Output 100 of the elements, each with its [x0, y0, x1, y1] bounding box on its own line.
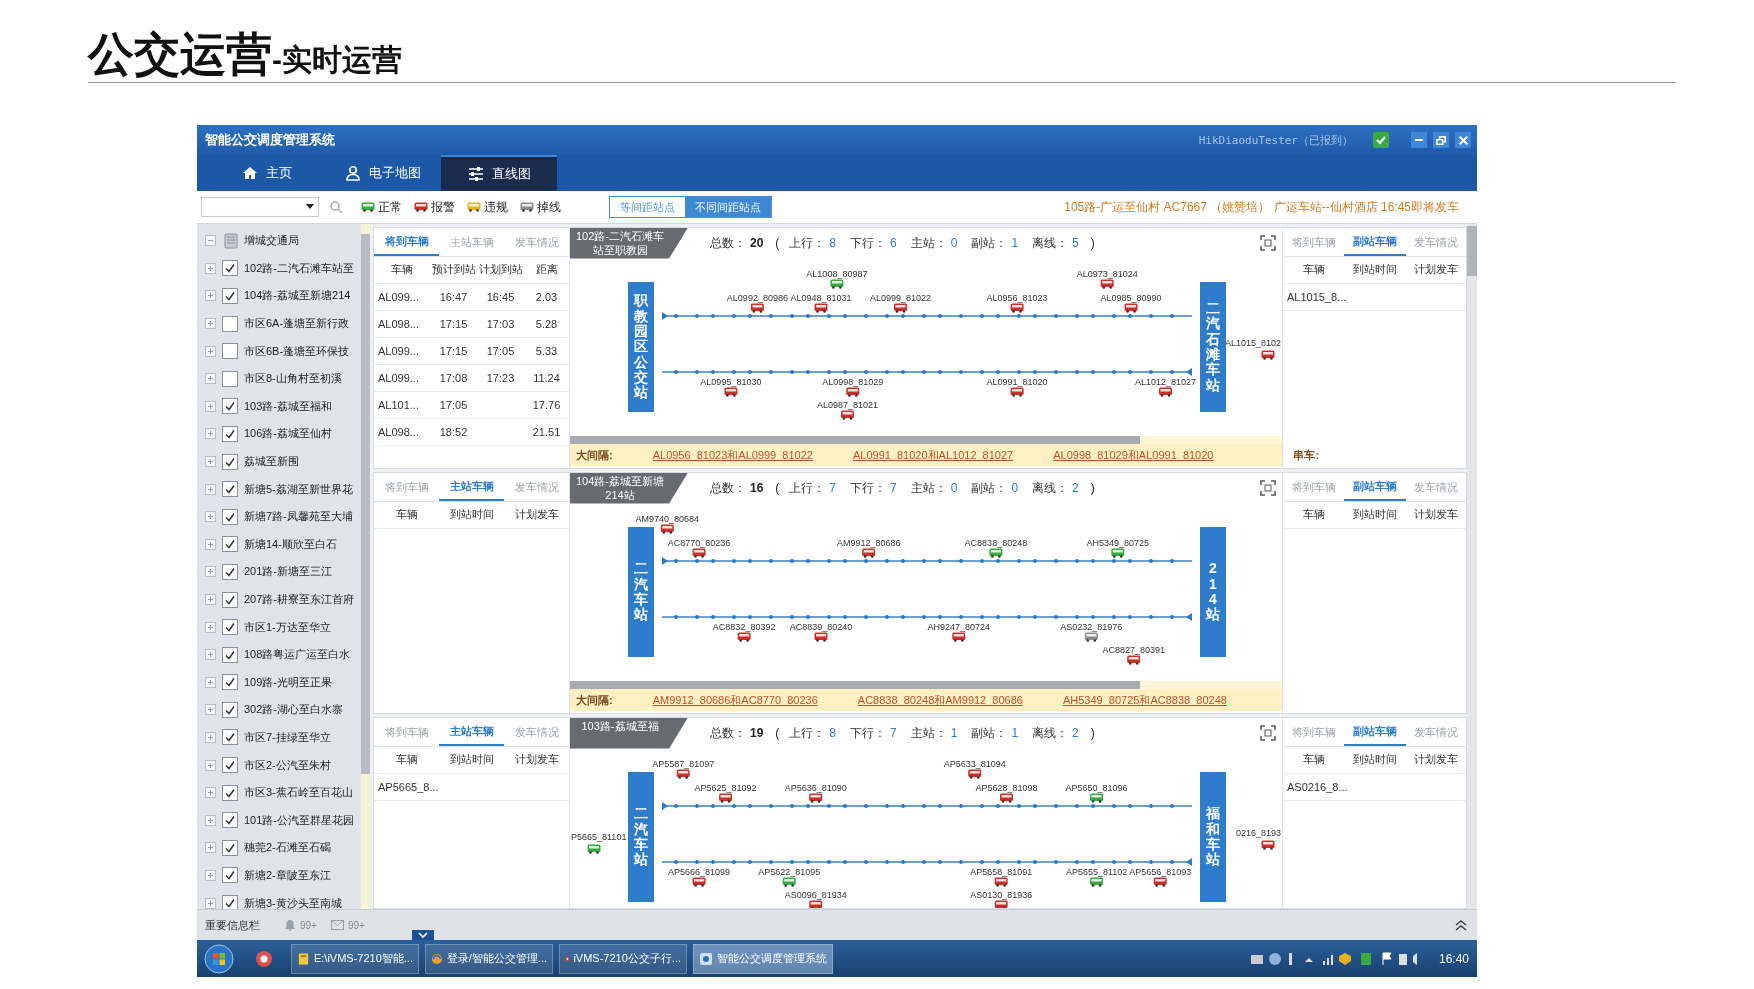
checkbox[interactable]	[222, 729, 238, 746]
fullscreen-icon[interactable]	[1260, 725, 1276, 741]
bus-icon[interactable]	[1090, 793, 1104, 803]
bus-icon[interactable]	[894, 303, 907, 313]
bus-icon[interactable]	[1111, 548, 1125, 558]
checkbox[interactable]	[222, 370, 238, 387]
interval-link[interactable]: AL0956_81023和AL0999_81022	[652, 447, 813, 463]
tab[interactable]: 电子地图	[325, 155, 441, 191]
bus-icon[interactable]	[1100, 279, 1114, 289]
bus-icon[interactable]	[814, 303, 828, 313]
taskbar-item[interactable]: E:\iVMS-7210智能...	[291, 943, 419, 974]
tab[interactable]: 主页	[209, 155, 325, 191]
taskbar-item[interactable]: 登录/智能公交管理...	[425, 943, 553, 974]
interval-link[interactable]: AL0991_81020和AL1012_81027	[852, 447, 1014, 463]
checkbox[interactable]	[222, 288, 238, 304]
bus-icon[interactable]	[1090, 877, 1104, 887]
scrollbar[interactable]	[570, 681, 1282, 689]
tree-item[interactable]: 201路-新塘至三江	[244, 564, 333, 580]
bus-icon[interactable]	[692, 877, 706, 887]
bus-icon[interactable]	[737, 632, 751, 642]
interval-link[interactable]: AC8838_80248和AM9912_80686	[857, 692, 1023, 708]
tree-item[interactable]: 市区7-挂绿至华立	[244, 730, 331, 745]
checkbox[interactable]	[222, 508, 238, 525]
tree-item[interactable]: 207路-耕寮至东江首府	[244, 592, 355, 607]
tree-item[interactable]: 101路-公汽至群星花园	[244, 812, 355, 828]
checkbox[interactable]	[222, 343, 238, 360]
bus-icon[interactable]	[1159, 387, 1172, 397]
tree-item[interactable]: 新塘7路-凤馨苑至大埔	[244, 509, 353, 525]
checkbox[interactable]	[222, 784, 238, 801]
bus-icon[interactable]	[676, 769, 690, 779]
interval-link[interactable]: AM9912_80686和AC8770_80236	[652, 692, 818, 708]
bus-icon[interactable]	[782, 877, 796, 887]
bus-icon[interactable]	[1010, 303, 1024, 313]
minimize-button[interactable]	[1411, 132, 1427, 148]
checkbox[interactable]	[222, 425, 238, 442]
tree-item[interactable]: 新塘14-顺欣至白石	[244, 536, 337, 552]
bus-icon[interactable]	[846, 387, 860, 397]
bus-icon[interactable]	[994, 877, 1008, 887]
checkbox[interactable]	[222, 812, 238, 829]
tree-item[interactable]: 增城交通局	[244, 233, 299, 249]
tree-item[interactable]: 108路粤运广运至白水	[244, 647, 351, 663]
checkbox[interactable]	[222, 398, 238, 415]
tree-item[interactable]: 市区8-山角村至初溪	[244, 371, 342, 387]
bus-icon[interactable]	[1010, 387, 1024, 397]
close-button[interactable]	[1455, 132, 1471, 148]
tree-item[interactable]: 新塘5-荔湖至新世界花	[244, 481, 353, 497]
fullscreen-icon[interactable]	[1260, 480, 1276, 496]
scrollbar[interactable]	[361, 224, 370, 909]
taskbar-item[interactable]: 智能公交调度管理系统	[693, 943, 833, 974]
tree-item[interactable]: 市区2-公汽至朱村	[244, 757, 331, 773]
scrollbar[interactable]	[570, 436, 1282, 444]
bus-icon[interactable]	[587, 844, 601, 854]
bus-icon[interactable]	[814, 632, 828, 642]
checkbox[interactable]	[222, 536, 238, 553]
tree-item[interactable]: 市区6A-蓬塘至新行政	[244, 316, 350, 332]
app-icon[interactable]	[255, 949, 273, 968]
taskbar-item[interactable]: iVMS-7210公交子行...	[559, 943, 687, 974]
bus-icon[interactable]	[660, 524, 674, 534]
bus-icon[interactable]	[830, 279, 844, 289]
checkbox[interactable]	[222, 260, 238, 277]
bus-icon[interactable]	[989, 548, 1003, 558]
bus-icon[interactable]	[1000, 793, 1013, 803]
tree-item[interactable]: 市区6B-蓬塘至环保技	[244, 343, 350, 359]
tree-item[interactable]: 104路-荔城至新塘214	[244, 288, 351, 304]
tree-item[interactable]: 穗莞2-石滩至石碣	[244, 840, 331, 856]
tree-item[interactable]: 302路-湖心至白水寨	[244, 702, 344, 718]
bus-icon[interactable]	[1153, 877, 1167, 887]
checkbox[interactable]	[222, 646, 238, 663]
checkbox[interactable]	[222, 563, 238, 580]
tree-item[interactable]: 106路-荔城至仙村	[244, 426, 333, 442]
bus-icon[interactable]	[1261, 840, 1275, 850]
fullscreen-icon[interactable]	[1260, 235, 1276, 251]
bus-icon[interactable]	[862, 548, 876, 558]
bus-icon[interactable]	[841, 410, 854, 420]
bus-icon[interactable]	[968, 769, 982, 779]
toggle-option[interactable]: 不同间距站点	[685, 197, 771, 217]
bus-icon[interactable]	[724, 387, 738, 397]
bus-icon[interactable]	[809, 900, 823, 908]
bus-icon[interactable]	[750, 303, 764, 313]
tree-item[interactable]: 109路-光明至正果	[244, 674, 333, 690]
tree-item[interactable]: 荔城至新围	[244, 454, 299, 470]
tree-item[interactable]: 103路-荔城至福和	[244, 398, 333, 414]
bus-icon[interactable]	[1127, 655, 1141, 665]
checkbox[interactable]	[222, 453, 238, 470]
interval-link[interactable]: AL0998_81029和AL0991_81020	[1053, 447, 1214, 463]
tree-item[interactable]: 新塘2-章陂至东江	[244, 867, 331, 883]
checkbox[interactable]	[222, 701, 238, 718]
bus-icon[interactable]	[994, 900, 1008, 908]
checkbox[interactable]	[222, 867, 238, 884]
tree-item[interactable]: 市区3-蕉石岭至百花山	[244, 785, 353, 801]
checkbox[interactable]	[222, 619, 238, 636]
interval-link[interactable]: AH5349_80725和AC8838_80248	[1062, 692, 1227, 708]
tab[interactable]: 直线图	[441, 155, 557, 191]
start-button[interactable]	[203, 942, 235, 975]
restore-button[interactable]	[1433, 132, 1449, 148]
bus-icon[interactable]	[1084, 632, 1098, 642]
search-field[interactable]	[201, 197, 319, 217]
bus-icon[interactable]	[952, 632, 966, 642]
tree-item[interactable]: 市区1-万达至华立	[244, 619, 331, 635]
checkbox[interactable]	[222, 839, 238, 856]
